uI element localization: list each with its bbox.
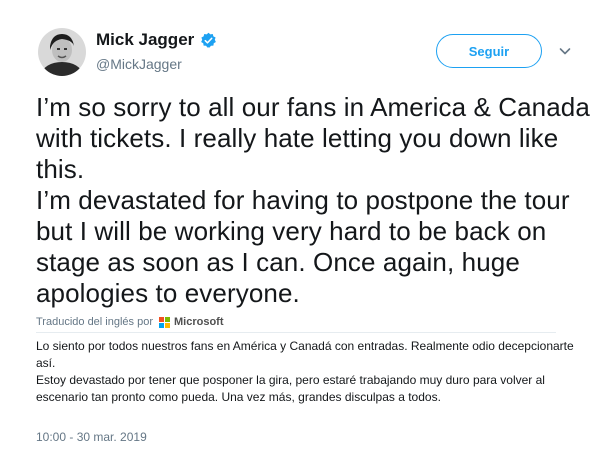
translation-provider: Microsoft <box>174 316 224 328</box>
tweet-card: Mick Jagger @MickJagger Seguir I’m so so… <box>0 0 610 452</box>
avatar-image <box>38 28 86 76</box>
tweet-text: I’m so sorry to all our fans in America … <box>36 92 596 309</box>
translation-credit-label: Traducido del inglés por <box>36 316 153 328</box>
translated-paragraph: Estoy devastado por tener que posponer l… <box>36 373 545 404</box>
translation-divider <box>36 332 556 333</box>
tweet-paragraph: I’m devastated for having to postpone th… <box>36 185 570 308</box>
user-handle[interactable]: @MickJagger <box>96 56 182 72</box>
verified-badge-icon <box>200 32 217 49</box>
tweet-paragraph: I’m so sorry to all our fans in America … <box>36 92 590 184</box>
tweet-timestamp[interactable]: 10:00 - 30 mar. 2019 <box>36 430 147 444</box>
user-name-row: Mick Jagger <box>96 30 217 50</box>
microsoft-logo-icon <box>159 316 170 328</box>
avatar[interactable] <box>38 28 86 76</box>
chevron-down-icon[interactable] <box>558 44 572 58</box>
translated-text: Lo siento por todos nuestros fans en Amé… <box>36 338 576 406</box>
follow-button[interactable]: Seguir <box>436 34 542 68</box>
translation-credit: Traducido del inglés por Microsoft <box>36 316 224 328</box>
translated-paragraph: Lo siento por todos nuestros fans en Amé… <box>36 339 574 370</box>
display-name[interactable]: Mick Jagger <box>96 30 194 50</box>
